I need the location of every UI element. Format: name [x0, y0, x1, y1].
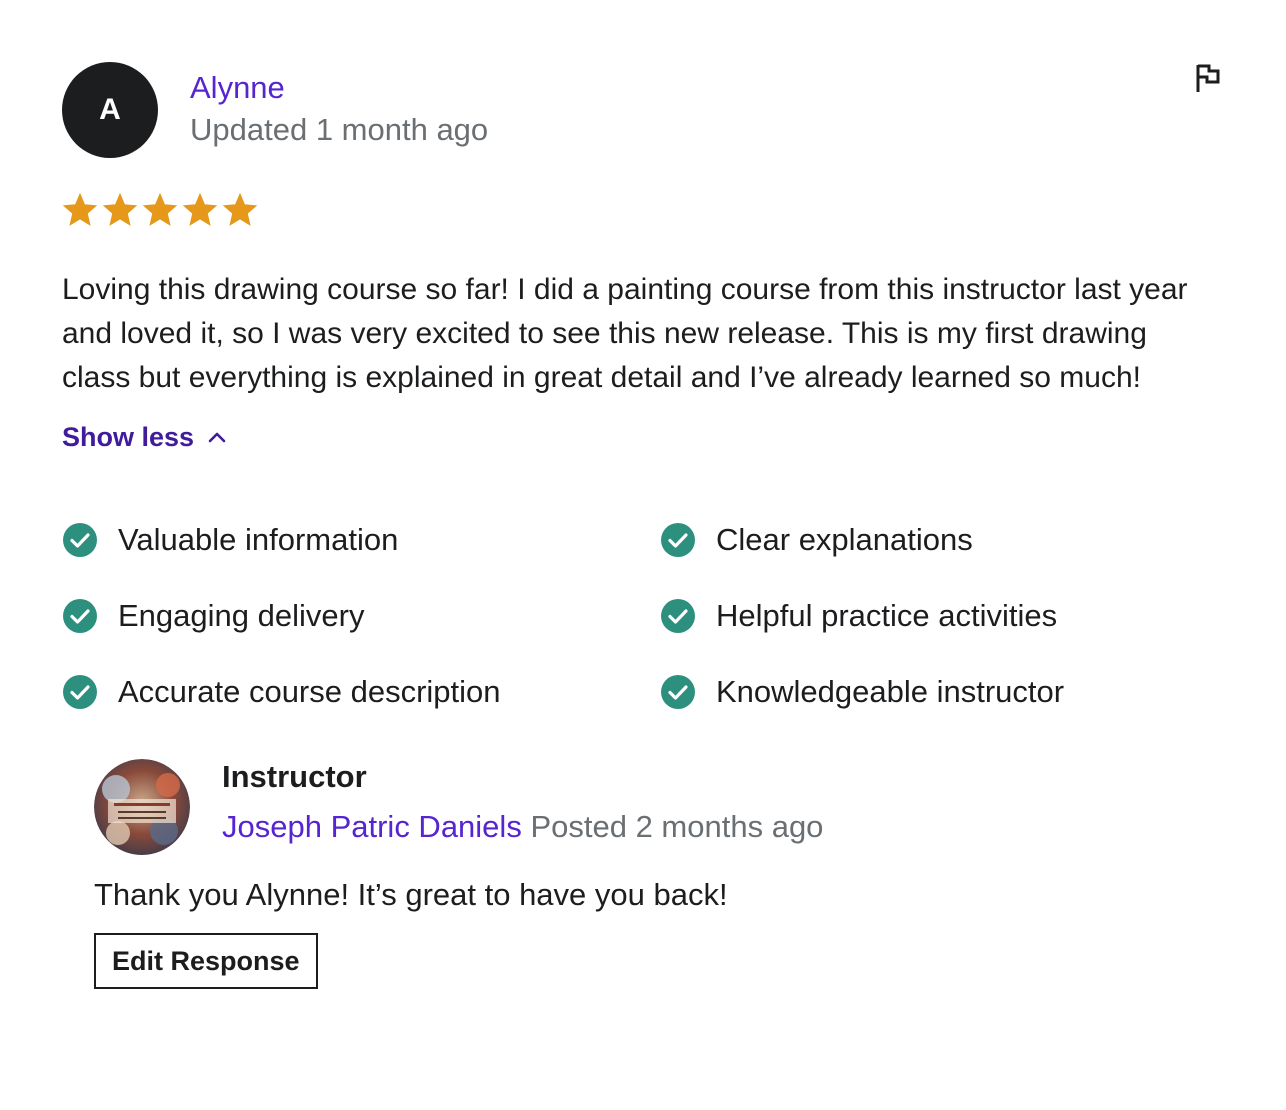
- review-tag: Clear explanations: [660, 521, 1220, 559]
- response-meta: Instructor Joseph Patric Daniels Posted …: [222, 759, 823, 847]
- response-byline: Joseph Patric Daniels Posted 2 months ag…: [222, 807, 823, 847]
- reviewer-name[interactable]: Alynne: [190, 68, 488, 108]
- review-tag: Engaging delivery: [62, 597, 660, 635]
- instructor-avatar: [94, 759, 190, 855]
- response-header: Instructor Joseph Patric Daniels Posted …: [94, 759, 1224, 855]
- avatar: A: [62, 62, 158, 158]
- check-circle-icon: [63, 675, 97, 709]
- reviewer-meta: Alynne Updated 1 month ago: [190, 62, 488, 152]
- star-icon: [62, 192, 98, 226]
- review-tags: Valuable information Clear explanations En…: [62, 521, 1224, 711]
- review-tag-label: Valuable information: [118, 522, 399, 557]
- instructor-name-link[interactable]: Joseph Patric Daniels: [222, 809, 522, 844]
- star-icon: [182, 192, 218, 226]
- edit-response-button[interactable]: Edit Response: [94, 933, 318, 989]
- review-tag-label: Engaging delivery: [118, 598, 365, 633]
- review-body: Loving this drawing course so far! I did…: [62, 273, 1188, 394]
- response-text: Thank you Alynne! It’s great to have you…: [94, 877, 728, 912]
- instructor-response: Instructor Joseph Patric Daniels Posted …: [94, 759, 1224, 989]
- check-circle-icon: [63, 523, 97, 557]
- star-icon: [222, 192, 258, 226]
- review-tag: Helpful practice activities: [660, 597, 1220, 635]
- avatar-initial: A: [99, 93, 121, 126]
- review-card: A Alynne Updated 1 month ago Loving this…: [62, 62, 1224, 989]
- flag-icon[interactable]: [1192, 62, 1224, 94]
- check-circle-icon: [63, 599, 97, 633]
- review-tag: Knowledgeable instructor: [660, 673, 1220, 711]
- star-rating: [62, 192, 1224, 232]
- star-icon: [142, 192, 178, 226]
- review-header: A Alynne Updated 1 month ago: [62, 62, 1224, 158]
- check-circle-icon: [661, 599, 695, 633]
- response-timestamp: Posted 2 months ago: [530, 809, 824, 844]
- response-role: Instructor: [222, 759, 367, 794]
- review-tag: Accurate course description: [62, 673, 660, 711]
- review-tag-label: Clear explanations: [716, 522, 973, 557]
- review-tag: Valuable information: [62, 521, 660, 559]
- updated-timestamp: Updated 1 month ago: [190, 112, 489, 147]
- star-icon: [102, 192, 138, 226]
- chevron-up-icon: [208, 432, 226, 442]
- show-less-label: Show less: [62, 422, 195, 452]
- show-less-button[interactable]: Show less: [62, 422, 228, 453]
- review-tag-label: Knowledgeable instructor: [716, 674, 1065, 709]
- review-tag-label: Helpful practice activities: [716, 598, 1058, 633]
- check-circle-icon: [661, 523, 695, 557]
- review-tag-label: Accurate course description: [118, 674, 501, 709]
- check-circle-icon: [661, 675, 695, 709]
